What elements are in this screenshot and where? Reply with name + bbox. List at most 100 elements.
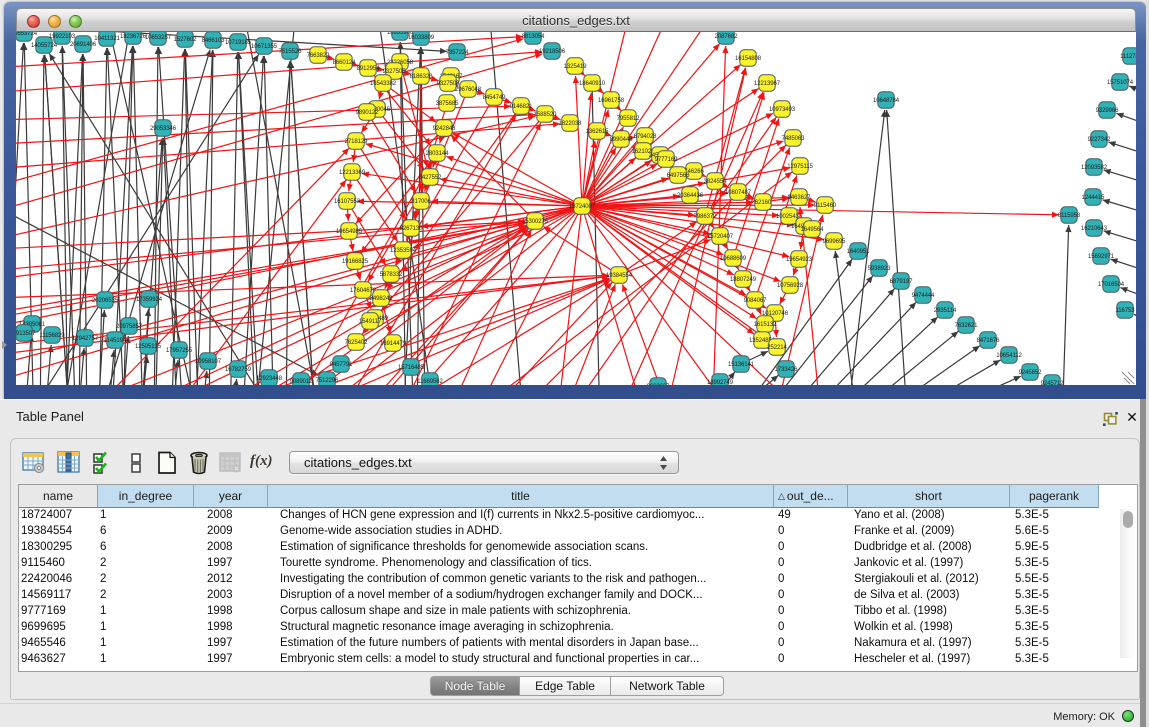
table-cell[interactable]: Structural magnetic resonance image aver… (268, 620, 774, 636)
column-header-pagerank[interactable]: pagerank (1010, 485, 1099, 508)
graph-node[interactable]: 8115958 (1058, 207, 1081, 223)
graph-node[interactable]: 12975115 (787, 158, 813, 174)
table-row[interactable]: 2242004622012Investigating the contribut… (19, 572, 1137, 588)
graph-node[interactable]: 1325419 (564, 58, 587, 74)
graph-node[interactable]: 15751074 (1107, 74, 1134, 90)
graph-node[interactable]: 9146821 (510, 98, 533, 114)
tab-node-table[interactable]: Node Table (430, 676, 520, 696)
table-cell[interactable]: Dudbridge et al. (2008) (848, 540, 1010, 556)
graph-node[interactable]: 2803144 (426, 145, 449, 161)
graph-node[interactable]: 9699695 (823, 233, 846, 249)
table-cell[interactable]: 9115460 (19, 556, 98, 572)
table-cell[interactable]: Jankovic et al. (1997) (848, 556, 1010, 572)
table-cell[interactable]: Hescheler et al. (1997) (848, 652, 1010, 668)
table-cell[interactable]: 6 (98, 540, 194, 556)
table-cell[interactable]: Investigating the contribution of common… (268, 572, 774, 588)
table-cell[interactable]: 5.3E-5 (1010, 588, 1099, 604)
graph-node[interactable]: 18807249 (730, 271, 757, 287)
table-cell[interactable]: 5.3E-5 (1010, 620, 1099, 636)
graph-node[interactable]: 8813054 (522, 32, 545, 44)
table-row[interactable]: 977716911998Corpus callosum shape and si… (19, 604, 1137, 620)
table-cell[interactable]: 1997 (194, 636, 268, 652)
graph-node[interactable]: 62160 (755, 194, 772, 210)
graph-node[interactable]: 2087682 (715, 32, 738, 44)
table-cell[interactable]: 5.6E-5 (1010, 524, 1099, 540)
table-cell[interactable]: Estimation of the future numbers of pati… (268, 636, 774, 652)
row-height-icon[interactable] (125, 451, 149, 475)
table-cell[interactable]: 2 (98, 572, 194, 588)
float-panel-icon[interactable] (1103, 412, 1118, 426)
table-cell[interactable]: 5.3E-5 (1010, 604, 1099, 620)
table-cell[interactable]: 19384554 (19, 524, 98, 540)
table-cell[interactable]: 0 (774, 540, 848, 556)
table-mode-icon[interactable] (22, 451, 46, 475)
table-cell[interactable]: Tibbo et al. (1998) (848, 604, 1010, 620)
table-cell[interactable]: 1998 (194, 620, 268, 636)
table-cell[interactable]: 0 (774, 636, 848, 652)
graph-node[interactable]: 2718129 (345, 133, 368, 149)
graph-node[interactable]: 8454749 (483, 89, 506, 105)
column-header-in-degree[interactable]: in_degree (98, 485, 194, 508)
column-header-short[interactable]: short (848, 485, 1010, 508)
table-cell[interactable]: 1997 (194, 556, 268, 572)
table-cell[interactable]: Disruption of a novel member of a sodium… (268, 588, 774, 604)
table-cell[interactable]: 1 (98, 604, 194, 620)
graph-node[interactable]: 12093582 (1081, 159, 1108, 175)
table-cell[interactable]: 0 (774, 588, 848, 604)
table-cell[interactable]: Corpus callosum shape and size in male p… (268, 604, 774, 620)
graph-node[interactable]: 10756928 (777, 277, 804, 293)
table-cell[interactable]: 0 (774, 652, 848, 668)
graph-node[interactable]: 19654923 (786, 251, 813, 267)
graph-node[interactable]: 7515526 (279, 43, 302, 59)
graph-node[interactable]: 10648784 (873, 92, 900, 108)
graph-node[interactable]: 17957255 (166, 342, 193, 358)
graph-node[interactable]: 8660124 (333, 54, 356, 70)
graph-node[interactable]: 8912954 (357, 60, 380, 76)
table-cell[interactable]: Wolkin et al. (1998) (848, 620, 1010, 636)
graph-node[interactable]: 15692971 (1088, 248, 1115, 264)
column-header-out-de[interactable]: △out_de... (774, 485, 848, 508)
table-cell[interactable]: Estimation of significance thresholds fo… (268, 540, 774, 556)
table-cell[interactable]: 1997 (194, 652, 268, 668)
delete-table-disabled-icon[interactable] (219, 451, 243, 475)
table-cell[interactable]: 5.3E-5 (1010, 636, 1099, 652)
graph-node[interactable]: 8498242 (370, 290, 393, 306)
show-columns-icon[interactable] (57, 451, 81, 475)
table-cell[interactable]: 0 (774, 524, 848, 540)
column-header-year[interactable]: year (194, 485, 268, 508)
graph-node[interactable]: 7986372 (694, 208, 717, 224)
table-cell[interactable]: 0 (774, 620, 848, 636)
table-cell[interactable]: 9463627 (19, 652, 98, 668)
graph-node[interactable]: 9777169 (655, 151, 678, 167)
table-cell[interactable]: de Silva et al. (2003) (848, 588, 1010, 604)
graph-node[interactable]: 16961758 (598, 92, 625, 108)
table-cell[interactable]: 5.9E-5 (1010, 540, 1099, 556)
graph-node[interactable]: 9245652 (1019, 364, 1042, 380)
table-cell[interactable]: 14569117 (19, 588, 98, 604)
table-row[interactable]: 1456911722003Disruption of a novel membe… (19, 588, 1137, 604)
graph-node[interactable]: 6879197 (890, 273, 913, 289)
delete-column-icon[interactable] (187, 451, 211, 475)
graph-node[interactable]: 817006 (411, 193, 431, 209)
network-canvas[interactable]: 2055372414055724199221032069140610411321… (16, 32, 1136, 385)
table-cell[interactable]: Nakamura et al. (1997) (848, 636, 1010, 652)
graph-node[interactable]: 5878332 (380, 266, 403, 282)
graph-node[interactable]: 9227342 (1088, 131, 1111, 147)
graph-node[interactable]: 116753 (1116, 302, 1136, 318)
table-cell[interactable]: 18724007 (19, 508, 98, 524)
table-source-dropdown[interactable]: citations_edges.txt (289, 451, 679, 474)
graph-node[interactable]: 8186328 (410, 68, 433, 84)
table-cell[interactable]: 1998 (194, 604, 268, 620)
graph-node[interactable]: 9089012 (290, 373, 313, 385)
graph-node[interactable]: 7512296 (316, 372, 339, 385)
table-cell[interactable]: 1 (98, 508, 194, 524)
table-row[interactable]: 1830029562008Estimation of significance … (19, 540, 1137, 556)
graph-node[interactable]: 18236726 (120, 32, 147, 44)
graph-node[interactable]: 9242848 (433, 120, 456, 136)
graph-node[interactable]: 8427552 (419, 169, 442, 185)
graph-node[interactable]: 3875685 (436, 95, 459, 111)
graph-node[interactable]: 11669562 (417, 373, 443, 385)
table-cell[interactable]: 49 (774, 508, 848, 524)
graph-node[interactable]: 7632621 (955, 317, 978, 333)
graph-node[interactable]: 7625402 (345, 334, 368, 350)
